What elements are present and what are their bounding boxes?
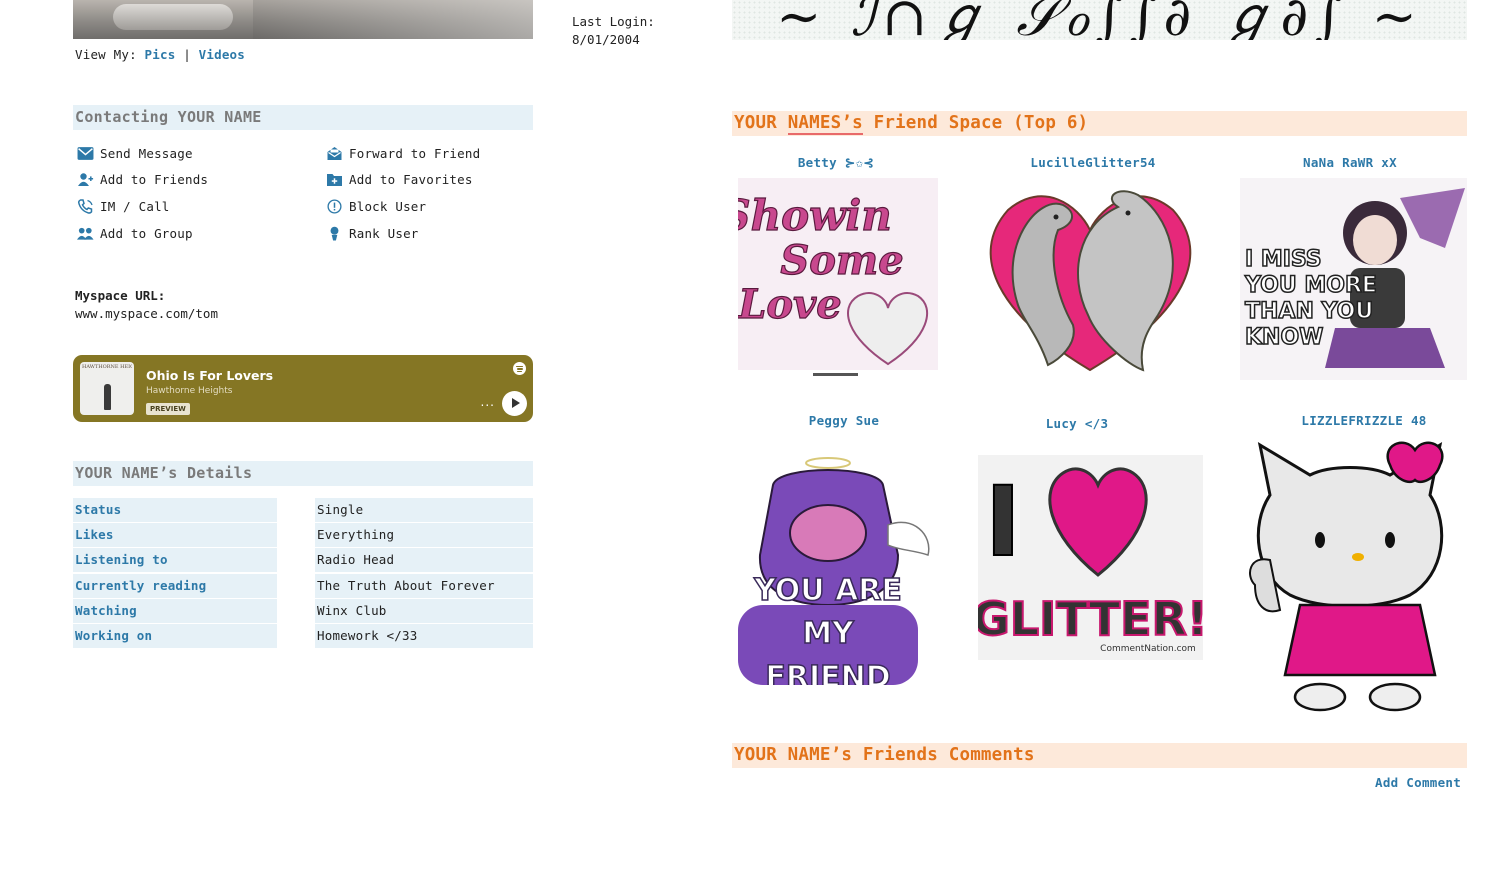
friend-name-lucilleglitter54[interactable]: LucilleGlitter54	[978, 155, 1208, 170]
group-icon	[77, 227, 94, 241]
track-title: Ohio Is For Lovers	[146, 368, 274, 383]
add-to-group-link[interactable]: Add to Group	[77, 226, 193, 241]
friend-graphic-text: YOU MORE	[1244, 273, 1377, 298]
album-art-band-name: HAWTHORNE HEIGHTS	[82, 364, 132, 370]
friend-graphic-text: FRIEND	[765, 660, 890, 685]
friend-space-header: YOUR NAMES’s Friend Space (Top 6)	[732, 111, 1467, 136]
add-to-favorites-label: Add to Favorites	[349, 172, 473, 187]
friend-graphic-text: I	[985, 466, 1021, 578]
friend-graphic-text: CommentNation.com	[1100, 644, 1196, 654]
banner-script-art: ∼ ℐ∩ℊ 𝒮ℴ∫∫∂ ℊ∂∫ ∼	[776, 0, 1423, 40]
friend-graphic-text: I MISS	[1245, 247, 1322, 272]
play-button[interactable]	[502, 391, 527, 416]
friend-pic-lizzlefrizzle[interactable]	[1240, 435, 1467, 713]
add-to-friends-label: Add to Friends	[100, 172, 209, 187]
view-my-label: View My:	[75, 47, 137, 62]
detail-value-watching: Winx Club	[315, 599, 533, 623]
pics-link[interactable]: Pics	[145, 47, 176, 62]
album-art-figure	[104, 384, 111, 410]
phone-icon	[77, 199, 94, 214]
friend-name-peggy-sue[interactable]: Peggy Sue	[729, 413, 959, 428]
friend-graphic-text: THAN YOU	[1245, 299, 1373, 324]
comments-title: YOUR NAME’s Friends Comments	[734, 745, 1035, 765]
im-call-link[interactable]: IM / Call	[77, 199, 170, 214]
friend-name-nana-rawr[interactable]: NaNa RaWR xX	[1235, 155, 1465, 170]
rank-user-label: Rank User	[349, 226, 419, 241]
profile-photo[interactable]	[73, 0, 533, 39]
friend-graphic-text: GLITTER!	[978, 592, 1203, 646]
friend-space-title-pre: YOUR	[734, 113, 788, 133]
contacting-header: Contacting YOUR NAME	[73, 105, 533, 130]
last-login-label: Last Login:	[572, 14, 655, 29]
detail-value-likes: Everything	[315, 523, 533, 547]
videos-link[interactable]: Videos	[199, 47, 245, 62]
add-comment-link[interactable]: Add Comment	[1375, 775, 1461, 790]
detail-value-working-on: Homework </33	[315, 624, 533, 648]
spotify-icon[interactable]	[513, 362, 526, 375]
friend-name-lizzlefrizzle[interactable]: LIZZLEFRIZZLE 48	[1249, 413, 1479, 428]
block-user-link[interactable]: Block User	[326, 199, 426, 214]
add-user-icon	[77, 173, 94, 187]
friend-graphic-text: KNOW	[1245, 325, 1323, 350]
add-to-group-label: Add to Group	[100, 226, 193, 241]
detail-value-reading: The Truth About Forever	[315, 574, 533, 598]
friend-pic-betty[interactable]: Showin Some Love	[738, 178, 938, 378]
forward-to-friend-link[interactable]: Forward to Friend	[326, 146, 480, 161]
detail-value-status: Single	[315, 498, 533, 522]
block-user-label: Block User	[349, 199, 427, 214]
friend-pic-nana-rawr[interactable]: I MISS YOU MORE THAN YOU KNOW	[1240, 178, 1467, 380]
send-message-link[interactable]: Send Message	[77, 146, 193, 161]
details-header: YOUR NAME’s Details	[73, 461, 533, 486]
detail-value-listening: Radio Head	[315, 548, 533, 572]
details-title: YOUR NAME’s Details	[75, 464, 253, 482]
add-to-friends-link[interactable]: Add to Friends	[77, 172, 208, 187]
album-art: HAWTHORNE HEIGHTS	[80, 362, 134, 415]
view-my-separator: |	[183, 47, 191, 62]
preview-badge: PREVIEW	[146, 403, 190, 415]
detail-label-watching: Watching	[73, 599, 277, 623]
add-to-favorites-link[interactable]: Add to Favorites	[326, 172, 473, 187]
music-player[interactable]: HAWTHORNE HEIGHTS Ohio Is For Lovers Haw…	[73, 355, 533, 422]
friend-graphic-text: MY	[802, 616, 855, 651]
send-message-label: Send Message	[100, 146, 193, 161]
detail-label-reading: Currently reading	[73, 574, 277, 598]
friend-pic-lucy[interactable]: I GLITTER! CommentNation.com	[978, 455, 1203, 660]
friend-name-lucy[interactable]: Lucy </3	[962, 416, 1192, 431]
im-call-label: IM / Call	[100, 199, 170, 214]
block-icon	[326, 199, 343, 214]
friend-space-title-name: NAMES’s	[787, 113, 863, 135]
rank-user-link[interactable]: Rank User	[326, 226, 419, 241]
envelope-icon	[77, 147, 94, 161]
myspace-url-value: www.myspace.com/tom	[75, 306, 218, 321]
friend-graphic-text: YOU ARE	[753, 573, 902, 608]
add-folder-icon	[326, 173, 343, 187]
friend-pic-lucilleglitter54[interactable]	[978, 185, 1203, 375]
photo-shade	[253, 0, 533, 39]
view-my-links: View My: Pics | Videos	[75, 47, 245, 62]
detail-label-listening: Listening to	[73, 548, 277, 572]
last-login-date: 8/01/2004	[572, 32, 640, 47]
comments-header: YOUR NAME’s Friends Comments	[732, 743, 1467, 768]
person-icon	[326, 226, 343, 241]
photo-highlight	[113, 4, 233, 30]
header-banner-image: ∼ ℐ∩ℊ 𝒮ℴ∫∫∂ ℊ∂∫ ∼	[732, 0, 1467, 40]
myspace-url-label: Myspace URL:	[75, 288, 166, 303]
friend-graphic-text: Showin	[738, 191, 892, 240]
friend-graphic-text: Love	[738, 281, 842, 328]
detail-label-working-on: Working on	[73, 624, 277, 648]
contacting-title: Contacting YOUR NAME	[75, 108, 262, 126]
more-options-icon[interactable]: ...	[481, 395, 495, 409]
track-artist[interactable]: Hawthorne Heights	[146, 386, 232, 396]
detail-label-likes: Likes	[73, 523, 277, 547]
detail-label-status: Status	[73, 498, 277, 522]
friend-graphic-text: Some	[780, 237, 903, 284]
forward-mail-icon	[326, 147, 343, 161]
friend-name-betty[interactable]: Betty ⊱✩⊰	[721, 155, 951, 170]
last-login: Last Login: 8/01/2004	[572, 13, 655, 49]
forward-to-friend-label: Forward to Friend	[349, 146, 481, 161]
friend-space-title-post: Friend Space (Top 6)	[862, 113, 1089, 133]
friend-pic-peggy-sue[interactable]: YOU ARE MY FRIEND	[738, 455, 938, 685]
